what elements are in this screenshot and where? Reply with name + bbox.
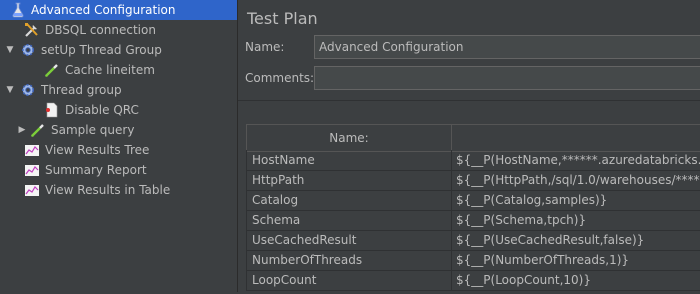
tree-item-setup-thread-group[interactable]: ▼ setUp Thread Group <box>0 40 237 60</box>
table-header: Name: <box>246 124 700 152</box>
chart-icon <box>24 142 40 158</box>
test-plan-tree: Advanced Configuration DBSQL connection … <box>0 0 238 292</box>
cell-value[interactable]: ${__P(Schema,tpch)} <box>452 210 700 230</box>
cell-name[interactable]: Catalog <box>246 190 452 210</box>
table-row[interactable]: HttpPath ${__P(HttpPath,/sql/1.0/warehou… <box>246 170 700 191</box>
name-label: Name: <box>245 40 285 54</box>
cell-value[interactable]: ${__P(LoopCount,10)} <box>452 270 700 290</box>
comments-field[interactable] <box>314 66 700 90</box>
tree-item-summary-report[interactable]: Summary Report <box>0 160 237 180</box>
cell-name[interactable]: NumberOfThreads <box>246 250 452 270</box>
variables-table: Name: HostName ${__P(HostName,******.azu… <box>246 124 700 294</box>
tree-item-label: Sample query <box>51 123 135 137</box>
tree-item-dbsql-connection[interactable]: DBSQL connection <box>0 20 237 40</box>
tree-item-label: Cache lineitem <box>65 63 155 77</box>
flask-icon <box>10 2 26 18</box>
dropper-icon <box>30 122 46 138</box>
tree-item-label: setUp Thread Group <box>41 43 162 57</box>
cell-name[interactable]: UseCachedResult <box>246 230 452 250</box>
wrench-icon <box>24 22 40 38</box>
table-row[interactable]: HostName ${__P(HostName,******.azuredata… <box>246 150 700 171</box>
test-plan-panel: Test Plan Name: Advanced Configuration C… <box>238 0 700 294</box>
chevron-down-icon[interactable]: ▼ <box>0 45 20 55</box>
tree-item-advanced-configuration[interactable]: Advanced Configuration <box>0 0 237 20</box>
dropper-icon <box>44 62 60 78</box>
tree-item-label: View Results Tree <box>45 143 150 157</box>
cell-value[interactable]: ${__P(UseCachedResult,false)} <box>452 230 700 250</box>
gear-icon <box>20 42 36 58</box>
column-header-name[interactable]: Name: <box>246 125 452 151</box>
table-row[interactable]: UseCachedResult ${__P(UseCachedResult,fa… <box>246 230 700 251</box>
cell-value[interactable]: ${__P(NumberOfThreads,1)} <box>452 250 700 270</box>
comments-label: Comments: <box>245 71 315 85</box>
divider <box>238 100 700 101</box>
cell-name[interactable]: HttpPath <box>246 170 452 190</box>
table-row[interactable]: Schema ${__P(Schema,tpch)} <box>246 210 700 231</box>
document-icon <box>44 102 60 118</box>
tree-item-label: View Results in Table <box>45 183 171 197</box>
chevron-right-icon[interactable]: ▶ <box>0 125 30 135</box>
column-header-value[interactable] <box>452 125 700 151</box>
table-row[interactable]: LoopCount ${__P(LoopCount,10)} <box>246 270 700 291</box>
tree-item-sample-query[interactable]: ▶ Sample query <box>0 120 237 140</box>
panel-title: Test Plan <box>247 9 318 28</box>
tree-item-label: Disable QRC <box>65 103 139 117</box>
cell-value[interactable]: ${__P(HostName,******.azuredatabricks.ne… <box>452 150 700 170</box>
tree-item-view-results-in-table[interactable]: View Results in Table <box>0 180 237 200</box>
tree-item-disable-qrc[interactable]: Disable QRC <box>0 100 237 120</box>
tree-item-view-results-tree[interactable]: View Results Tree <box>0 140 237 160</box>
cell-value[interactable]: ${__P(Catalog,samples)} <box>452 190 700 210</box>
gear-icon <box>20 82 36 98</box>
cell-value[interactable]: ${__P(HttpPath,/sql/1.0/warehouses/*****… <box>452 170 700 190</box>
cell-name[interactable]: Schema <box>246 210 452 230</box>
tree-item-label: Summary Report <box>45 163 147 177</box>
cell-name[interactable]: LoopCount <box>246 270 452 290</box>
chevron-down-icon[interactable]: ▼ <box>0 85 20 95</box>
chart-icon <box>24 182 40 198</box>
tree-item-label: Thread group <box>41 83 122 97</box>
tree-item-thread-group[interactable]: ▼ Thread group <box>0 80 237 100</box>
chart-icon <box>24 162 40 178</box>
cell-name[interactable]: HostName <box>246 150 452 170</box>
name-field[interactable]: Advanced Configuration <box>314 35 700 59</box>
tree-item-label: DBSQL connection <box>45 23 156 37</box>
tree-item-label: Advanced Configuration <box>31 3 176 17</box>
table-row[interactable]: Catalog ${__P(Catalog,samples)} <box>246 190 700 211</box>
tree-item-cache-lineitem[interactable]: Cache lineitem <box>0 60 237 80</box>
table-row[interactable]: NumberOfThreads ${__P(NumberOfThreads,1)… <box>246 250 700 271</box>
